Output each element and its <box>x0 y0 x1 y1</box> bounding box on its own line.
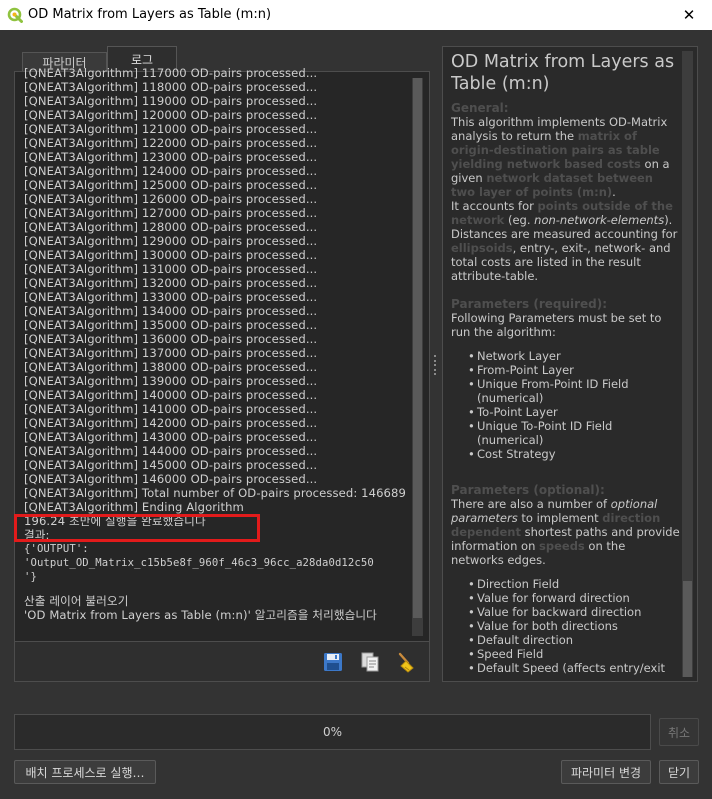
log-scrollbar[interactable] <box>412 78 423 636</box>
log-line: [QNEAT3Algorithm] 130000 OD-pairs proces… <box>24 248 318 262</box>
log-line: [QNEAT3Algorithm] 142000 OD-pairs proces… <box>24 416 318 430</box>
copy-icon[interactable] <box>359 651 381 673</box>
help-required-intro: Following Parameters must be set to run … <box>451 311 662 339</box>
log-line: [QNEAT3Algorithm] Ending Algorithm <box>24 500 244 514</box>
log-line: [QNEAT3Algorithm] 123000 OD-pairs proces… <box>24 150 318 164</box>
log-line: [QNEAT3Algorithm] 139000 OD-pairs proces… <box>24 374 318 388</box>
list-item: Default direction <box>468 633 681 647</box>
log-line: 'OD Matrix from Layers as Table (m:n)' 알… <box>24 608 377 622</box>
help-optional-heading: Parameters (optional): <box>451 483 605 497</box>
log-line: [QNEAT3Algorithm] 122000 OD-pairs proces… <box>24 136 318 150</box>
help-general-paragraph-2: It accounts for points outside of the ne… <box>451 199 678 283</box>
progress-label: 0% <box>322 725 343 739</box>
log-line: [QNEAT3Algorithm] 121000 OD-pairs proces… <box>24 122 318 136</box>
log-line: [QNEAT3Algorithm] 137000 OD-pairs proces… <box>24 346 318 360</box>
log-line: [QNEAT3Algorithm] 131000 OD-pairs proces… <box>24 262 318 276</box>
log-line: [QNEAT3Algorithm] 117000 OD-pairs proces… <box>24 66 318 80</box>
list-item: Speed Field <box>468 647 681 661</box>
help-required-list: Network Layer From-Point Layer Unique Fr… <box>468 349 681 461</box>
help-required-heading: Parameters (required): <box>451 297 608 311</box>
log-line: [QNEAT3Algorithm] 125000 OD-pairs proces… <box>24 178 318 192</box>
log-line: [QNEAT3Algorithm] 120000 OD-pairs proces… <box>24 108 318 122</box>
log-panel[interactable]: [QNEAT3Algorithm] 117000 OD-pairs proces… <box>14 66 430 642</box>
list-item: To-Point Layer <box>468 405 681 419</box>
list-item: Unique To-Point ID Field (numerical) <box>468 419 681 447</box>
log-line: [QNEAT3Algorithm] 119000 OD-pairs proces… <box>24 94 318 108</box>
help-optional-list: Direction Field Value for forward direct… <box>468 577 681 677</box>
help-general-heading: General: <box>451 101 509 115</box>
log-line: [QNEAT3Algorithm] 143000 OD-pairs proces… <box>24 430 318 444</box>
list-item: Unique From-Point ID Field (numerical) <box>468 377 681 405</box>
help-panel: OD Matrix from Layers as Table (m:n) Gen… <box>442 46 698 682</box>
log-scrollbar-thumb[interactable] <box>413 78 422 618</box>
list-item: Default Speed (affects entry/exit costs) <box>468 661 681 677</box>
list-item: Network Layer <box>468 349 681 363</box>
close-button[interactable]: 닫기 <box>659 760 699 784</box>
list-item: Cost Strategy <box>468 447 681 461</box>
log-line: [QNEAT3Algorithm] 128000 OD-pairs proces… <box>24 220 318 234</box>
log-line: [QNEAT3Algorithm] 135000 OD-pairs proces… <box>24 318 318 332</box>
list-item: Value for both directions <box>468 619 681 633</box>
log-line: [QNEAT3Algorithm] 138000 OD-pairs proces… <box>24 360 318 374</box>
title-bar: OD Matrix from Layers as Table (m:n) ✕ <box>0 0 712 30</box>
help-optional-paragraph: There are also a number of optional para… <box>451 497 680 567</box>
log-line: [QNEAT3Algorithm] 132000 OD-pairs proces… <box>24 276 318 290</box>
list-item: From-Point Layer <box>468 363 681 377</box>
batch-process-button[interactable]: 배치 프로세스로 실행… <box>14 760 156 784</box>
log-line: [QNEAT3Algorithm] 145000 OD-pairs proces… <box>24 458 318 472</box>
help-scrollbar[interactable] <box>682 51 693 677</box>
log-line: '} <box>24 571 37 583</box>
help-general-paragraph: This algorithm implements OD-Matrix anal… <box>451 115 670 199</box>
log-line: [QNEAT3Algorithm] 129000 OD-pairs proces… <box>24 234 318 248</box>
log-toolbar <box>14 642 430 682</box>
save-icon[interactable] <box>322 651 344 673</box>
close-icon: ✕ <box>682 6 696 24</box>
log-line: [QNEAT3Algorithm] 134000 OD-pairs proces… <box>24 304 318 318</box>
log-text-area[interactable]: [QNEAT3Algorithm] 117000 OD-pairs proces… <box>24 66 406 634</box>
log-line: 산출 레이어 불러오기 <box>24 594 129 608</box>
log-line: [QNEAT3Algorithm] 144000 OD-pairs proces… <box>24 444 318 458</box>
window-close-button[interactable]: ✕ <box>666 0 712 30</box>
window-title: OD Matrix from Layers as Table (m:n) <box>28 7 272 22</box>
cancel-button[interactable]: 취소 <box>659 718 699 746</box>
log-line: [QNEAT3Algorithm] 146000 OD-pairs proces… <box>24 472 318 486</box>
log-line: [QNEAT3Algorithm] 127000 OD-pairs proces… <box>24 206 318 220</box>
log-line: {'OUTPUT': <box>24 543 89 555</box>
log-line: [QNEAT3Algorithm] 136000 OD-pairs proces… <box>24 332 318 346</box>
progress-bar: 0% <box>14 714 651 750</box>
qgis-logo-icon <box>7 7 23 23</box>
log-line: 'Output_OD_Matrix_c15b5e8f_960f_46c3_96c… <box>24 557 374 569</box>
clear-broom-icon[interactable] <box>396 651 418 673</box>
change-parameters-button[interactable]: 파라미터 변경 <box>561 760 651 784</box>
log-line: [QNEAT3Algorithm] 124000 OD-pairs proces… <box>24 164 318 178</box>
panel-splitter-handle[interactable] <box>433 355 437 375</box>
log-line: [QNEAT3Algorithm] Total number of OD-pai… <box>24 486 406 500</box>
log-line: [QNEAT3Algorithm] 140000 OD-pairs proces… <box>24 388 318 402</box>
list-item: Direction Field <box>468 577 681 591</box>
help-content: OD Matrix from Layers as Table (m:n) Gen… <box>451 51 681 677</box>
help-scrollbar-thumb[interactable] <box>683 581 692 677</box>
completion-highlight-box <box>14 514 260 542</box>
list-item: Value for forward direction <box>468 591 681 605</box>
log-line: [QNEAT3Algorithm] 133000 OD-pairs proces… <box>24 290 318 304</box>
log-line: [QNEAT3Algorithm] 118000 OD-pairs proces… <box>24 80 318 94</box>
log-line: [QNEAT3Algorithm] 126000 OD-pairs proces… <box>24 192 318 206</box>
log-line: [QNEAT3Algorithm] 141000 OD-pairs proces… <box>24 402 318 416</box>
help-title: OD Matrix from Layers as Table (m:n) <box>451 52 675 94</box>
list-item: Value for backward direction <box>468 605 681 619</box>
